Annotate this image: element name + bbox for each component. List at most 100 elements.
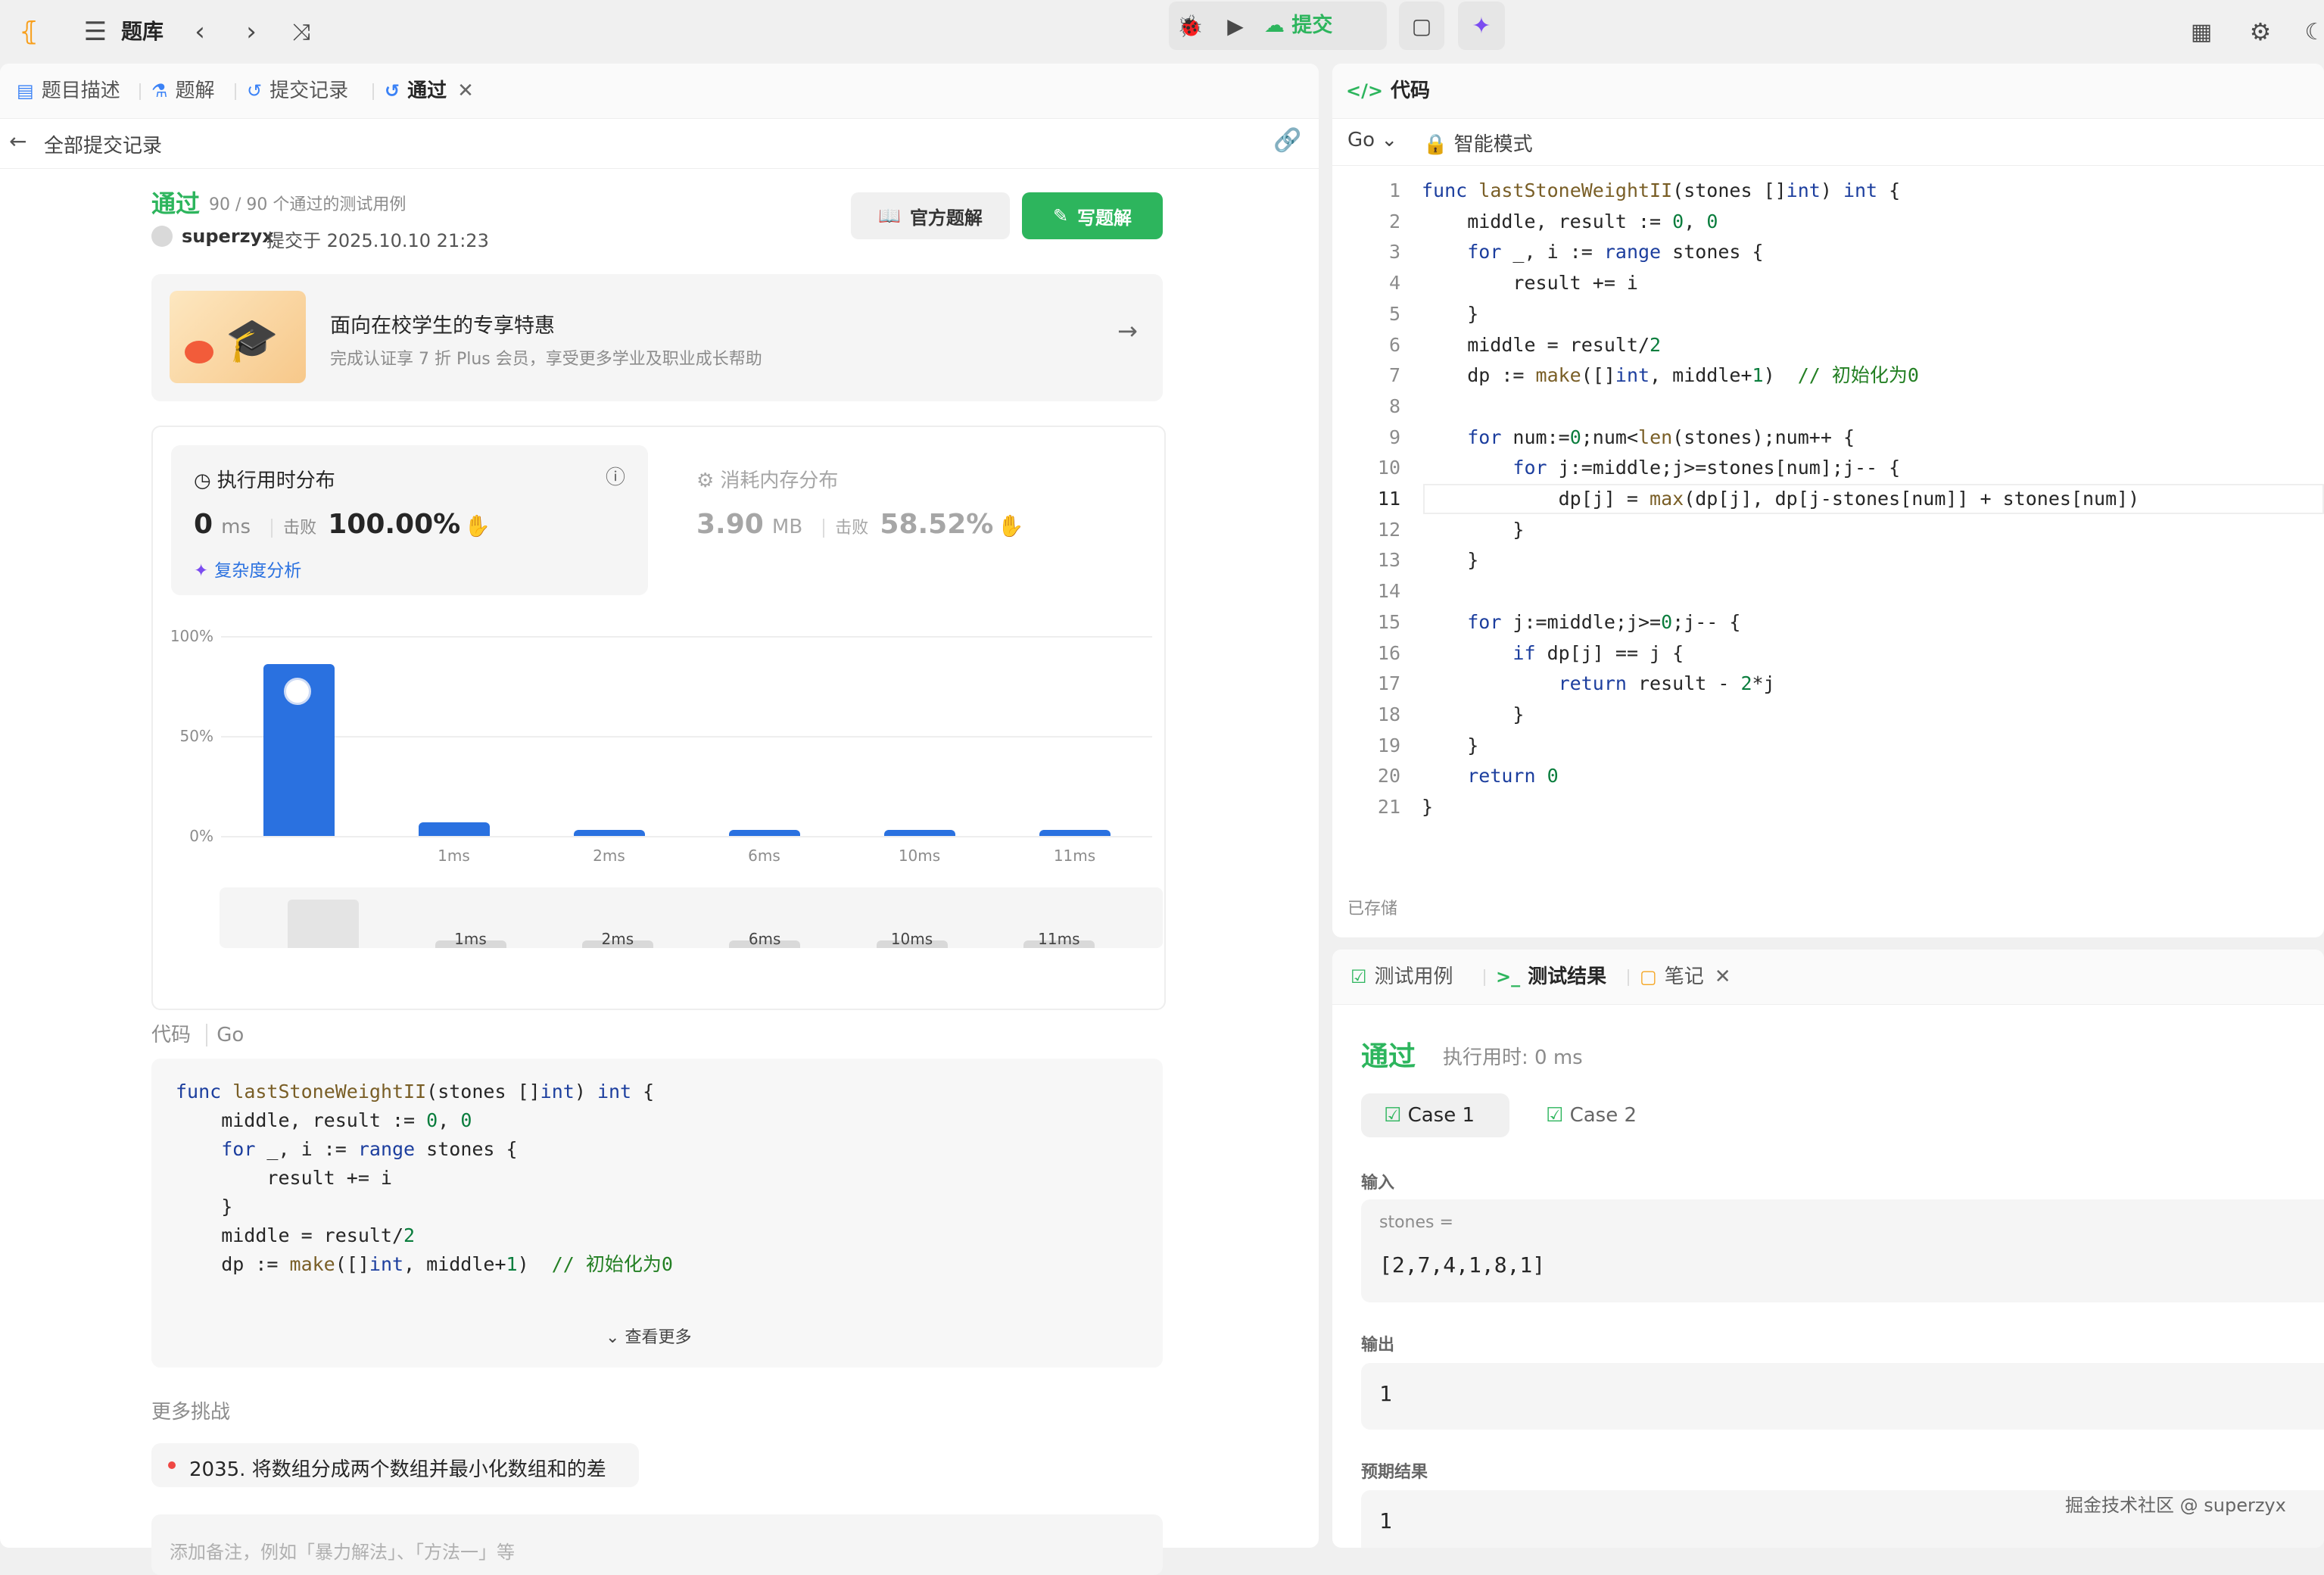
complexity-label: 复杂度分析 <box>214 561 302 581</box>
graduation-cap-image: 🎓 <box>170 291 306 383</box>
difficulty-dot <box>168 1461 176 1469</box>
shuffle-icon[interactable]: ⤨ <box>280 11 322 53</box>
theme-icon[interactable]: ☾ <box>2294 11 2324 53</box>
editor-toolbar: Go ⌄ 🔒 智能模式 <box>1332 118 2324 166</box>
chart-bar[interactable] <box>883 830 955 836</box>
list-icon[interactable]: ☰ <box>74 11 117 53</box>
checkbox-icon: ☑ <box>1350 966 1367 987</box>
editor-code-line[interactable]: dp := make([]int, middle+1) // 初始化为0 <box>1422 360 1919 391</box>
close-icon[interactable]: ✕ <box>457 80 474 102</box>
link-icon[interactable]: 🔗 <box>1273 127 1301 154</box>
memory-summary[interactable]: ⚙ 消耗内存分布 3.90 MB 击败 58.52% ✋ <box>689 445 1143 595</box>
run-icon[interactable]: ▶ <box>1214 5 1257 47</box>
code-editor[interactable]: 1 func lastStoneWeightII(stones []int) in… <box>1332 176 2324 903</box>
editor-code-line[interactable]: return result - 2*j <box>1422 669 1775 699</box>
slider-tick-label: 2ms <box>601 930 634 948</box>
editor-code-line[interactable]: middle = result/2 <box>1422 330 1661 360</box>
editor-code-line[interactable]: return 0 <box>1422 761 1558 791</box>
output-label: 输出 <box>1361 1336 1395 1355</box>
tab-notes[interactable]: ▢ 笔记 ✕ <box>1640 962 1731 992</box>
tab-code[interactable]: </> 代码 <box>1346 76 1430 106</box>
editor-code-line[interactable]: func lastStoneWeightII(stones []int) int… <box>1422 176 1900 206</box>
ai-assist-toggle[interactable]: ✦ <box>1458 2 1505 50</box>
sparkle-icon: ✦ <box>1472 12 1491 39</box>
challenge-item[interactable]: 2035. 将数组分成两个数组并最小化数组和的差 <box>151 1443 639 1487</box>
memory-title-text: 消耗内存分布 <box>720 469 839 492</box>
chevron-down-icon: ⌄ <box>606 1328 625 1347</box>
case-1-tab[interactable]: ☑ Case 1 <box>1361 1093 1509 1137</box>
avatar[interactable] <box>151 226 173 247</box>
notes-input[interactable]: 添加备注，例如「暴力解法」、「方法一」等 <box>151 1514 1163 1575</box>
complexity-analysis-link[interactable]: ✦ 复杂度分析 <box>194 556 301 582</box>
gridline <box>221 836 1152 837</box>
official-solution-button[interactable]: 📖 官方题解 <box>851 192 1010 239</box>
memory-title: ⚙ 消耗内存分布 <box>696 465 838 493</box>
expected-label: 预期结果 <box>1361 1463 1428 1482</box>
problem-list-link[interactable]: 题库 <box>121 14 164 50</box>
line-number: 4 <box>1388 272 1400 295</box>
promo-subtitle: 完成认证享 7 折 Plus 会员，享受更多学业及职业成长帮助 <box>330 350 762 369</box>
tab-submissions[interactable]: ↺ 提交记录 <box>247 76 348 106</box>
tab-testcases[interactable]: ☑ 测试用例 <box>1350 962 1453 992</box>
editor-code-line[interactable]: for _, i := range stones { <box>1422 237 1763 267</box>
chart-bar[interactable] <box>1039 830 1111 836</box>
gridline <box>221 636 1152 638</box>
chart-bar[interactable] <box>418 822 490 836</box>
terminal-icon: >_ <box>1496 966 1521 987</box>
tab-solutions[interactable]: ⚗ 题解 <box>151 76 215 106</box>
language-select[interactable]: Go ⌄ <box>1347 129 1397 151</box>
runtime-value: 0 <box>194 509 213 540</box>
write-solution-label: 写题解 <box>1077 207 1132 229</box>
code-icon: </> <box>1346 80 1383 101</box>
editor-code-line[interactable]: for j:=middle;j>=stones[num];j-- { <box>1422 453 1900 483</box>
layout-icon[interactable]: ▦ <box>2180 11 2223 53</box>
editor-code-line[interactable]: } <box>1422 792 1433 822</box>
editor-code-line[interactable]: for j:=middle;j>=0;j-- { <box>1422 607 1740 638</box>
mode-select[interactable]: 🔒 智能模式 <box>1423 129 1533 157</box>
tab-label: 题解 <box>175 80 215 102</box>
editor-code-line[interactable]: dp[j] = max(dp[j], dp[j-stones[num]] + s… <box>1422 484 2140 514</box>
tab-accepted[interactable]: ↺ 通过 ✕ <box>385 76 474 106</box>
beats-label: 击败 <box>271 519 317 538</box>
line-number: 5 <box>1388 302 1400 325</box>
editor-code-line[interactable]: } <box>1422 299 1478 329</box>
language-label: Go <box>1347 129 1375 151</box>
see-more-button[interactable]: ⌄ 查看更多 <box>606 1324 691 1348</box>
chart-bar[interactable] <box>573 830 645 836</box>
tab-test-result[interactable]: >_ 测试结果 <box>1496 962 1606 992</box>
gear-icon[interactable]: ⚙ <box>2239 11 2282 53</box>
lock-icon: 🔒 <box>1423 133 1448 156</box>
promo-banner[interactable]: 🎓 面向在校学生的专享特惠 完成认证享 7 折 Plus 会员，享受更多学业及职… <box>151 274 1163 401</box>
editor-code-line[interactable]: } <box>1422 731 1478 761</box>
chart-bar[interactable] <box>728 830 800 836</box>
case-2-tab[interactable]: ☑ Case 2 <box>1546 1104 1637 1127</box>
beats-label: 击败 <box>823 519 869 538</box>
line-number: 17 <box>1377 672 1400 695</box>
write-solution-button[interactable]: ✎ 写题解 <box>1022 192 1163 239</box>
case-label: Case 1 <box>1407 1104 1475 1127</box>
editor-code-line[interactable]: } <box>1422 515 1524 545</box>
leetcode-logo-icon[interactable]: ⦃ <box>8 11 50 53</box>
next-problem-icon[interactable]: › <box>230 11 273 53</box>
book-icon: 📖 <box>878 205 901 226</box>
editor-code-line[interactable]: for num:=0;num<len(stones);num++ { <box>1422 423 1855 453</box>
editor-code-line[interactable]: result += i <box>1422 268 1638 298</box>
prev-problem-icon[interactable]: ‹ <box>179 11 221 53</box>
info-icon[interactable]: ⓘ <box>606 462 625 490</box>
close-icon[interactable]: ✕ <box>1715 965 1731 988</box>
editor-code-line[interactable]: if dp[j] == j { <box>1422 638 1684 669</box>
debug-icon[interactable]: 🐞 <box>1169 5 1211 47</box>
username[interactable]: superzyx <box>182 226 274 247</box>
all-submissions-link[interactable]: 全部提交记录 <box>44 130 162 158</box>
tab-description[interactable]: ▤ 题目描述 <box>17 76 120 106</box>
runtime-summary[interactable]: ◷ 执行用时分布 ⓘ 0 ms 击败 100.00% ✋ ✦ 复杂度分析 <box>171 445 648 595</box>
submit-button[interactable]: ☁ 提交 <box>1264 5 1332 47</box>
tab-label: 测试结果 <box>1528 965 1607 988</box>
code-block: func lastStoneWeightII(stones []int) int… <box>176 1077 1145 1319</box>
back-arrow-icon[interactable]: ← <box>9 129 26 154</box>
editor-code-line[interactable]: middle, result := 0, 0 <box>1422 207 1718 237</box>
editor-code-line[interactable]: } <box>1422 700 1524 730</box>
editor-code-line[interactable]: } <box>1422 545 1478 575</box>
notes-toggle[interactable]: ▢ <box>1399 2 1444 50</box>
line-number: 1 <box>1388 179 1400 201</box>
